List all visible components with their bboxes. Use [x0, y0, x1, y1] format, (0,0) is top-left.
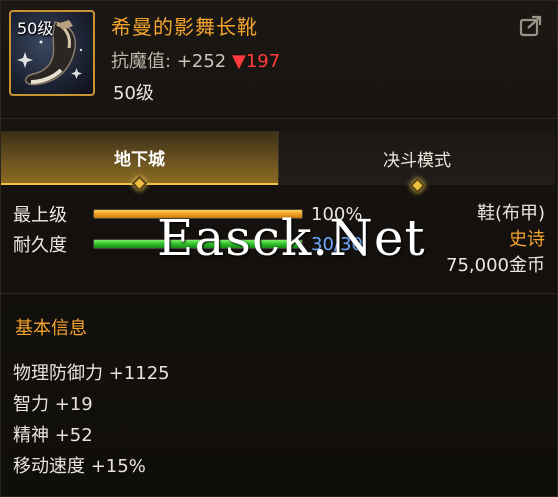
grade-value: 100%: [311, 203, 363, 225]
required-level: 50级: [113, 83, 154, 104]
durability-value: 30/30: [311, 233, 363, 255]
main-stat-value: +252: [176, 51, 227, 72]
grade-label: 最上级: [13, 205, 67, 226]
tab-dungeon[interactable]: 地下城: [1, 131, 278, 192]
tab-dungeon-label: 地下城: [114, 149, 165, 170]
main-stat-change: 197: [245, 51, 281, 72]
item-icon-slot[interactable]: 50级: [9, 10, 95, 96]
item-rarity: 史诗: [509, 229, 545, 250]
attribute-item: 移动速度 +15%: [13, 456, 146, 477]
durability-bar-row: 耐久度 30/30: [13, 233, 363, 257]
diamond-indicator-icon: [131, 175, 148, 192]
item-meta: 鞋(布甲) 史诗 75,000金币: [446, 201, 545, 279]
grade-bar-fill: [94, 210, 302, 218]
item-main-stat: 抗魔值: +252 ▼197: [111, 47, 280, 73]
item-header: 50级 希曼的影舞长靴 抗魔值: +252 ▼197 50级: [1, 1, 558, 118]
mode-tabs: 地下城 决斗模式: [1, 131, 558, 194]
item-name: 希曼的影舞长靴: [111, 15, 258, 39]
grade-bar: [93, 209, 303, 219]
durability-bar: [93, 239, 303, 249]
main-stat-label: 抗魔值:: [111, 51, 172, 72]
divider: [1, 118, 558, 119]
section-title-basic-info: 基本信息: [15, 318, 87, 339]
grade-bar-row: 最上级 100%: [13, 203, 363, 227]
durability-bar-fill: [94, 240, 302, 248]
divider: [1, 293, 558, 294]
tab-duel-mode[interactable]: 决斗模式: [278, 131, 555, 194]
diamond-indicator-icon: [409, 177, 425, 194]
share-icon: [519, 15, 542, 37]
item-price: 75,000金币: [446, 255, 545, 276]
share-button[interactable]: [517, 13, 545, 39]
item-tooltip-panel: 50级 希曼的影舞长靴 抗魔值: +252 ▼197 50级 地下城 决斗模式: [0, 0, 558, 497]
item-type: 鞋(布甲): [476, 203, 545, 224]
tab-duel-label: 决斗模式: [383, 150, 451, 171]
durability-label: 耐久度: [13, 235, 67, 256]
stat-decrease-arrow-icon: ▼: [232, 51, 246, 72]
attribute-item: 精神 +52: [13, 425, 93, 446]
attribute-item: 智力 +19: [13, 394, 93, 415]
attribute-item: 物理防御力 +1125: [13, 363, 170, 384]
item-level-badge: 50级: [17, 19, 54, 38]
attribute-list: 物理防御力 +1125 智力 +19 精神 +52 移动速度 +15%: [13, 363, 170, 487]
